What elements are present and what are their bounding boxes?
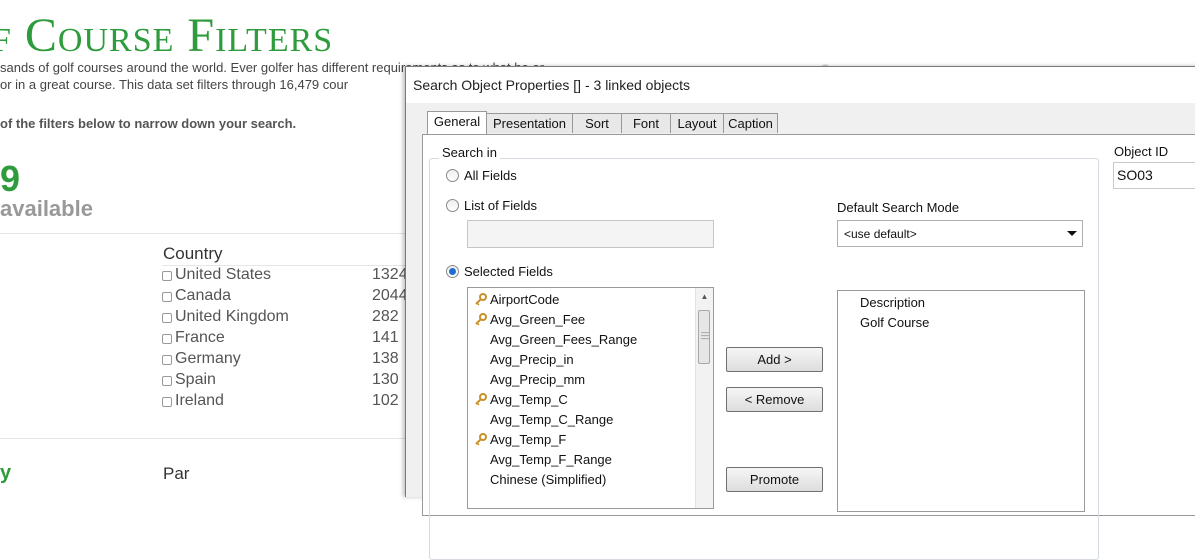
tab-layout[interactable]: Layout (670, 113, 724, 133)
country-filter-item[interactable]: Ireland 102 (162, 392, 407, 413)
checkbox[interactable] (162, 397, 172, 407)
list-item[interactable]: Avg_Temp_C (468, 390, 694, 410)
country-filter-list: United States 1324 Canada 2044 United King… (162, 265, 408, 413)
tab-caption[interactable]: Caption (723, 113, 778, 133)
search-in-label: Search in (439, 145, 500, 160)
scroll-up-icon[interactable]: ▲ (696, 288, 713, 305)
key-icon (475, 313, 487, 326)
radio-list-of-fields[interactable] (446, 199, 459, 212)
tab-font[interactable]: Font (621, 113, 671, 133)
radio-selected-fields[interactable] (446, 265, 459, 278)
country-filter-header: Country (163, 244, 223, 263)
vertical-scrollbar[interactable]: ▲ — — — (695, 288, 713, 508)
available-fields-list[interactable]: AirportCode Avg_Green_Fee Avg_Green_Fees… (467, 287, 714, 509)
key-icon (475, 393, 487, 406)
default-search-mode-select[interactable]: <use default> (837, 220, 1083, 247)
intro-text-line-2: or in a great course. This data set filt… (0, 77, 349, 92)
list-item[interactable]: Avg_Temp_F (468, 430, 694, 450)
checkbox[interactable] (162, 292, 172, 302)
page-title: f Course Filters (0, 9, 334, 62)
list-of-fields-input[interactable] (467, 220, 714, 248)
tab-sort[interactable]: Sort (572, 113, 622, 133)
scrollbar-thumb[interactable]: — — — (698, 310, 710, 364)
results-count-label: available (0, 196, 93, 221)
object-id-input[interactable]: SO03 (1113, 162, 1195, 189)
radio-all-fields-label[interactable]: All Fields (464, 168, 517, 183)
list-item[interactable]: Avg_Temp_F_Range (468, 450, 694, 470)
list-item[interactable]: Golf Course (860, 315, 929, 330)
remove-button[interactable]: < Remove (726, 387, 823, 412)
add-button[interactable]: Add > (726, 347, 823, 372)
search-object-properties-dialog: Search Object Properties [] - 3 linked o… (405, 66, 1195, 560)
country-filter-item[interactable]: France 141 (162, 329, 407, 350)
checkbox[interactable] (162, 271, 172, 281)
radio-selected-fields-label[interactable]: Selected Fields (464, 264, 553, 279)
selected-fields-list[interactable]: Description Golf Course (837, 290, 1085, 512)
list-item[interactable]: Description (860, 295, 925, 310)
checkbox[interactable] (162, 334, 172, 344)
dialog-title: Search Object Properties [] - 3 linked o… (413, 77, 691, 93)
tab-presentation[interactable]: Presentation (486, 113, 573, 133)
filter-header-partial: y (0, 462, 12, 484)
list-item[interactable]: Avg_Green_Fee (468, 310, 694, 330)
grip-icon: — — — (701, 328, 709, 343)
default-search-mode-value: <use default> (844, 227, 917, 241)
divider (0, 233, 405, 234)
par-filter-header: Par (163, 464, 190, 483)
checkbox[interactable] (162, 376, 172, 386)
country-filter-item[interactable]: United Kingdom 282 (162, 308, 407, 329)
checkbox[interactable] (162, 355, 172, 365)
tab-general[interactable]: General (427, 111, 487, 134)
divider (0, 438, 405, 439)
chevron-down-icon[interactable] (1067, 231, 1077, 236)
country-filter-item[interactable]: Canada 2044 (162, 287, 408, 308)
country-filter-item[interactable]: United States 1324 (162, 266, 408, 287)
list-item[interactable]: AirportCode (468, 290, 694, 310)
country-filter-item[interactable]: Spain 130 (162, 371, 407, 392)
list-item[interactable]: Chinese (Simplified) (468, 470, 694, 490)
key-icon (475, 433, 487, 446)
promote-button[interactable]: Promote (726, 467, 823, 492)
key-icon (475, 293, 487, 306)
radio-all-fields[interactable] (446, 169, 459, 182)
results-count: 9 (0, 158, 21, 199)
radio-list-of-fields-label[interactable]: List of Fields (464, 198, 537, 213)
object-id-label: Object ID (1114, 144, 1169, 159)
checkbox[interactable] (162, 313, 172, 323)
list-item[interactable]: Avg_Temp_C_Range (468, 410, 694, 430)
default-search-mode-label: Default Search Mode (837, 200, 960, 215)
instruction-text: of the filters below to narrow down your… (0, 116, 297, 131)
list-item[interactable]: Avg_Precip_mm (468, 370, 694, 390)
list-item[interactable]: Avg_Green_Fees_Range (468, 330, 694, 350)
list-item[interactable]: Avg_Precip_in (468, 350, 694, 370)
dialog-titlebar[interactable]: Search Object Properties [] - 3 linked o… (406, 67, 1195, 103)
country-filter-item[interactable]: Germany 138 (162, 350, 407, 371)
